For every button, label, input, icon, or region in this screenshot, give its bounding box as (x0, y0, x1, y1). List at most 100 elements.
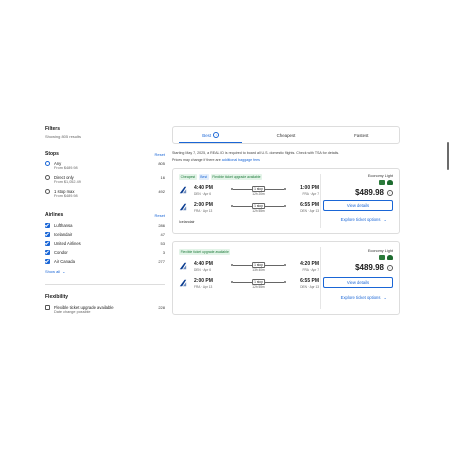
baggage-icons (323, 180, 393, 185)
carrier-name: Icelandair (179, 220, 195, 224)
view-details-button[interactable]: View details (323, 200, 393, 211)
info-icon[interactable]: i (213, 132, 220, 138)
airline-item[interactable]: United Airlines 53 (45, 240, 165, 246)
airlines-title: Airlines (45, 212, 64, 218)
filters-title: Filters (45, 126, 61, 132)
departure-time: 2:00 PM (194, 278, 213, 284)
chevron-down-icon: ⌄ (62, 269, 66, 274)
return-leg: 2:00 PM FRA · Apr 13 1 stop 12h 55m 6:55… (179, 202, 319, 214)
baggage-fees-link[interactable]: additional baggage fees (222, 158, 260, 162)
explore-ticket-options-link[interactable]: Explore ticket options ⌄ (341, 295, 387, 300)
airline-checkbox[interactable] (45, 258, 50, 264)
airline-name: Air Canada (54, 258, 75, 264)
view-details-button[interactable]: View details (323, 277, 393, 288)
flexibility-title: Flexibility (45, 294, 69, 300)
flight-card[interactable]: Flexible ticket upgrade available 4:40 P… (172, 241, 400, 315)
flight-card[interactable]: Cheapest Best Flexible ticket upgrade av… (172, 168, 400, 234)
arrival-info: FRA · Apr 7 (302, 192, 319, 196)
airlines-reset-link[interactable]: Reset (155, 213, 165, 218)
tab-best[interactable]: Best i (173, 127, 248, 143)
filters-sidebar: Filters Showing 805 results Stops Reset … (45, 126, 165, 315)
badge-group: Cheapest Best Flexible ticket upgrade av… (179, 174, 263, 180)
airline-checkbox[interactable] (45, 222, 50, 228)
fare-summary: Economy Light $489.98 i (323, 249, 393, 272)
show-all-airlines-link[interactable]: Show all ⌄ (45, 269, 165, 274)
fare-class: Economy Light (367, 249, 393, 253)
price-row: $489.98 i (323, 263, 393, 272)
radio-one-stop[interactable] (45, 189, 50, 194)
arrival-info: FRA · Apr 7 (302, 268, 319, 272)
departure-info: FRA · Apr 13 (194, 209, 213, 213)
airline-count: 3 (162, 249, 165, 255)
leg-route: 1 stop 12h 55m (231, 203, 286, 213)
arrival-time: 6:55 PM (300, 202, 319, 208)
tab-label: Best (202, 132, 212, 138)
airline-logo-icon (179, 186, 187, 194)
explore-label: Explore ticket options (340, 217, 381, 222)
departure-time: 2:00 PM (194, 202, 213, 208)
stop-option-any[interactable]: Any From $489.98 805 (45, 161, 165, 171)
stops-reset-link[interactable]: Reset (155, 152, 165, 157)
airline-checkbox[interactable] (45, 249, 50, 255)
airline-item[interactable]: Air Canada 277 (45, 258, 165, 264)
tab-label: Cheapest (276, 132, 296, 138)
stop-option-count: 16 (160, 175, 165, 180)
return-leg: 2:00 PM FRA · Apr 13 1 stop 12h 55m 6:55… (179, 278, 319, 290)
personal-item-icon (379, 255, 385, 260)
flexibility-checkbox[interactable] (45, 305, 50, 310)
stops-title: Stops (45, 151, 59, 157)
page-scrollbar[interactable] (447, 142, 449, 170)
tab-label: Fastest (354, 132, 369, 138)
leg-duration: 12h 55m (252, 209, 265, 213)
tab-fastest[interactable]: Fastest (324, 127, 399, 143)
airline-logo-icon (179, 279, 187, 287)
stop-option-count: 805 (158, 161, 165, 166)
airline-logo-icon (179, 262, 187, 270)
price-row: $489.98 i (323, 188, 393, 197)
airline-count: 277 (158, 258, 165, 264)
stop-option-one-stop[interactable]: 1 stop max From $489.98 492 (45, 189, 165, 199)
stop-option-direct[interactable]: Direct only From $1,052.49 16 (45, 175, 165, 185)
price-info-icon[interactable]: i (387, 264, 393, 271)
leg-route: 1 stop 12h 20m (231, 186, 286, 196)
airlines-header: Airlines Reset (45, 212, 165, 218)
airline-count: 53 (160, 240, 165, 246)
carry-on-bag-icon (387, 255, 393, 260)
leg-duration: 12h 55m (252, 285, 265, 289)
arrival-time: 1:00 PM (300, 185, 319, 191)
radio-direct[interactable] (45, 175, 50, 180)
results-count: Showing 805 results (45, 134, 82, 139)
departure-time: 4:40 PM (194, 185, 213, 191)
show-all-label: Show all (45, 269, 61, 274)
airline-count: 47 (160, 231, 165, 237)
radio-any[interactable] (45, 161, 50, 166)
best-badge: Best (198, 174, 209, 180)
sort-tabs: Best i Cheapest Fastest (172, 126, 400, 144)
carry-on-bag-icon (387, 180, 393, 185)
airline-item[interactable]: Icelandair 47 (45, 231, 165, 237)
explore-ticket-options-link[interactable]: Explore ticket options ⌄ (341, 217, 387, 222)
airline-item[interactable]: Lufthansa 286 (45, 222, 165, 228)
arrival-time: 6:55 PM (300, 278, 319, 284)
airline-checkbox[interactable] (45, 231, 50, 237)
stop-option-price: From $1,052.49 (54, 180, 81, 184)
flexibility-option[interactable]: Flexible ticket upgrade available Date c… (45, 305, 165, 315)
outbound-leg: 4:40 PM DEN · Apr 6 1 stop 13h 40m 4:20 … (179, 261, 319, 273)
flexible-badge: Flexible ticket upgrade available (179, 249, 231, 255)
price-info-icon[interactable]: i (387, 189, 393, 196)
arrival-info: DEN · Apr 13 (300, 285, 319, 289)
airline-item[interactable]: Condor 3 (45, 249, 165, 255)
card-divider (320, 174, 321, 228)
airline-checkbox[interactable] (45, 240, 50, 246)
cheapest-badge: Cheapest (179, 174, 197, 180)
airline-name: United Airlines (54, 240, 81, 246)
card-divider (320, 247, 321, 309)
tab-cheapest[interactable]: Cheapest (248, 127, 323, 143)
chevron-down-icon: ⌄ (383, 217, 387, 222)
badge-group: Flexible ticket upgrade available (179, 249, 231, 255)
real-id-notice: Starting May 7, 2025, a REAL ID is requi… (172, 151, 340, 155)
personal-item-icon (379, 180, 385, 185)
leg-route: 1 stop 13h 40m (231, 262, 286, 272)
departure-info: DEN · Apr 6 (194, 268, 212, 272)
departure-info: FRA · Apr 13 (194, 285, 213, 289)
